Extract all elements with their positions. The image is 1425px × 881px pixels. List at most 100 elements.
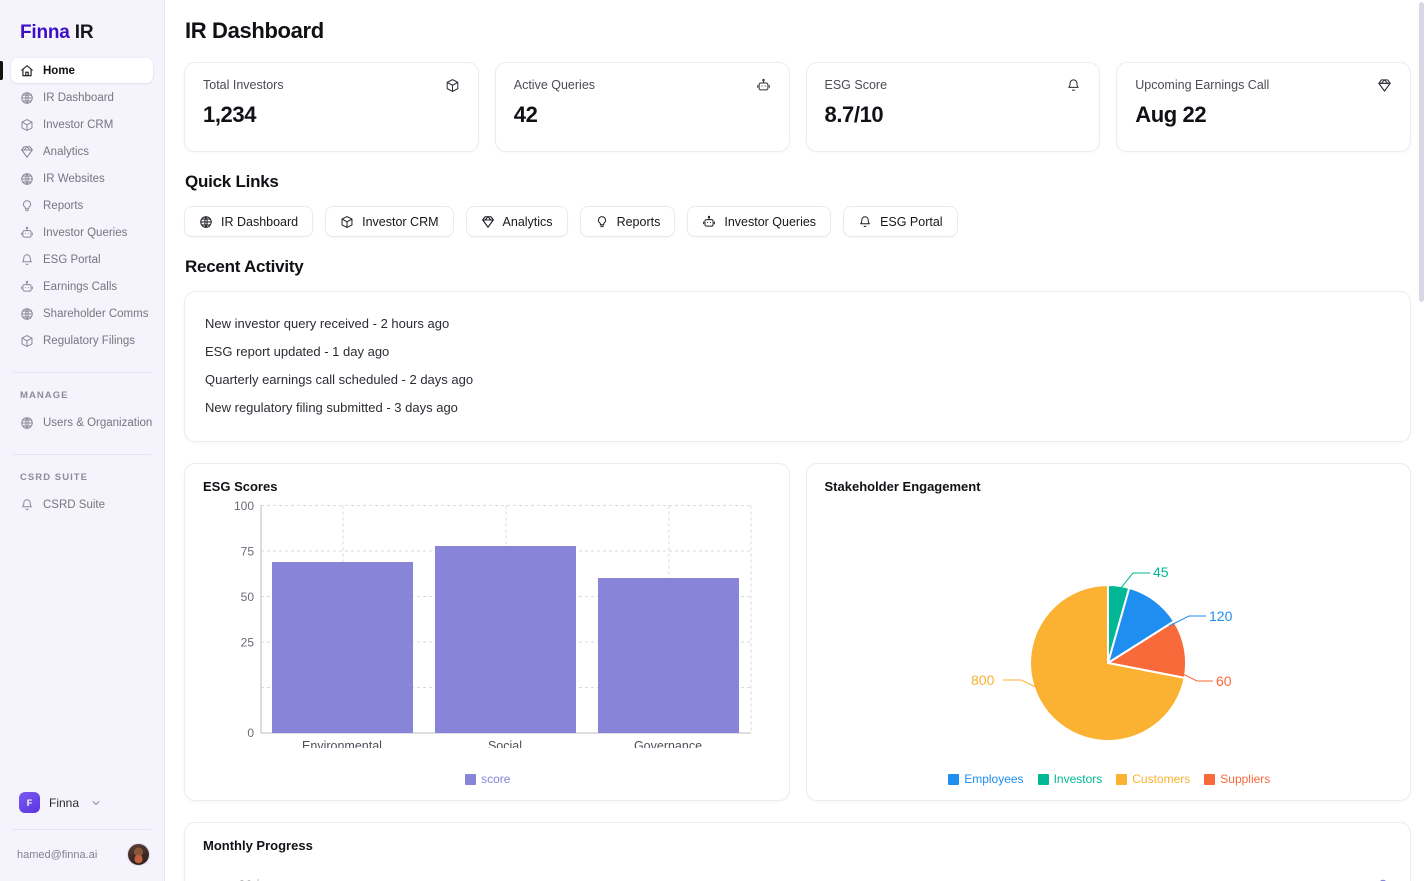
legend-label: score — [481, 772, 511, 786]
monthly-progress-chart[interactable]: 36 — [203, 859, 1394, 881]
sidebar-item-label: IR Dashboard — [43, 91, 114, 104]
stakeholder-engagement-legend: Employees Investors Customers Suppliers — [825, 772, 1395, 786]
home-icon — [20, 64, 34, 78]
stat-card-upcoming-earnings-call[interactable]: Upcoming Earnings Call Aug 22 — [1116, 62, 1411, 152]
legend-swatch — [1116, 773, 1128, 785]
svg-text:0: 0 — [247, 726, 254, 740]
gem-icon — [1377, 78, 1392, 93]
list-item[interactable]: New investor query received - 2 hours ag… — [205, 310, 1390, 338]
stat-card-active-queries[interactable]: Active Queries 42 — [494, 62, 790, 152]
stat-card-label: Total Investors — [203, 78, 284, 92]
pie-label-suppliers: 60 — [1216, 673, 1232, 689]
esg-scores-panel: ESG Scores 100 75 50 25 0 Environmental … — [184, 463, 790, 801]
svg-text:75: 75 — [241, 545, 255, 559]
quick-link-investor-queries[interactable]: Investor Queries — [687, 206, 832, 237]
sidebar-item-csrd-suite[interactable]: CSRD Suite — [11, 492, 153, 517]
legend-item-investors[interactable]: Investors — [1037, 772, 1102, 786]
svg-text:Environmental: Environmental — [302, 739, 382, 748]
scrollbar-thumb[interactable] — [1419, 2, 1424, 302]
quick-link-esg-portal[interactable]: ESG Portal — [843, 206, 958, 237]
stakeholder-engagement-chart[interactable]: 45 120 60 800 — [825, 500, 1395, 770]
sidebar-item-investor-crm[interactable]: Investor CRM — [11, 112, 153, 137]
app-root: Finna IR Home IR Dashboard Investor CRM … — [0, 0, 1425, 881]
pie-label-employees: 120 — [1209, 608, 1233, 624]
list-item[interactable]: Quarterly earnings call scheduled - 2 da… — [205, 366, 1390, 394]
bot-icon — [702, 215, 716, 229]
sidebar-item-label: Reports — [43, 199, 84, 212]
stat-card-value: 8.7/10 — [824, 102, 884, 127]
legend-item-customers[interactable]: Customers — [1116, 772, 1190, 786]
brand-logo[interactable]: Finna IR — [0, 0, 164, 58]
workspace-avatar: F — [19, 792, 40, 813]
legend-label: Employees — [964, 772, 1024, 786]
legend-item-employees[interactable]: Employees — [948, 772, 1024, 786]
legend-swatch — [465, 773, 477, 785]
lightbulb-icon — [20, 199, 34, 213]
esg-scores-legend: score — [203, 772, 773, 786]
list-item[interactable]: ESG report updated - 1 day ago — [205, 338, 1390, 366]
esg-scores-title: ESG Scores — [203, 479, 278, 494]
stat-card-label: Active Queries — [513, 78, 596, 92]
sidebar-item-home[interactable]: Home — [0, 58, 153, 83]
sidebar-item-label: ESG Portal — [43, 253, 101, 266]
sidebar-item-ir-dashboard[interactable]: IR Dashboard — [11, 85, 153, 110]
monthly-progress-panel: Monthly Progress 36 — [184, 822, 1411, 881]
account-row[interactable]: hamed@finna.ai — [0, 830, 164, 881]
gem-icon — [481, 215, 495, 229]
globe-icon — [199, 215, 213, 229]
stat-card-total-investors[interactable]: Total Investors 1,234 — [184, 62, 479, 152]
quick-link-ir-dashboard[interactable]: IR Dashboard — [184, 206, 314, 237]
stat-card-esg-score[interactable]: ESG Score 8.7/10 — [805, 62, 1101, 152]
esg-scores-chart[interactable]: 100 75 50 25 0 Environmental Social Gove… — [203, 500, 773, 770]
recent-activity-title: Recent Activity — [185, 257, 304, 276]
sidebar-item-label: Earnings Calls — [43, 280, 118, 293]
sidebar-item-label: IR Websites — [43, 172, 105, 185]
bell-icon — [20, 498, 34, 512]
sidebar-item-label: Users & Organization — [43, 416, 153, 429]
sidebar-item-label: Analytics — [43, 145, 90, 158]
stat-card-row: Total Investors 1,234 Active Queries 42 — [184, 62, 1411, 152]
svg-text:50: 50 — [241, 590, 255, 604]
brand-name-primary: Finna — [20, 22, 70, 43]
workspace-switcher[interactable]: F Finna — [13, 788, 151, 817]
legend-item-suppliers[interactable]: Suppliers — [1204, 772, 1270, 786]
sidebar-item-label: Investor Queries — [43, 226, 128, 239]
sidebar-item-investor-queries[interactable]: Investor Queries — [11, 220, 153, 245]
box-icon — [20, 118, 34, 132]
sidebar-item-reports[interactable]: Reports — [11, 193, 153, 218]
globe-icon — [20, 172, 34, 186]
legend-item-score[interactable]: score — [465, 772, 510, 786]
box-icon — [340, 215, 354, 229]
gem-icon — [20, 145, 34, 159]
bell-icon — [20, 253, 34, 267]
quick-links-row: IR Dashboard Investor CRM Analytics Repo… — [184, 206, 1411, 237]
sidebar-item-shareholder-comms[interactable]: Shareholder Comms — [11, 301, 153, 326]
legend-label: Customers — [1132, 772, 1191, 786]
legend-label: Suppliers — [1220, 772, 1271, 786]
sidebar-item-users-organization[interactable]: Users & Organization — [11, 410, 153, 435]
quick-link-label: Reports — [616, 214, 661, 229]
sidebar-item-label: Investor CRM — [43, 118, 114, 131]
sidebar-item-ir-websites[interactable]: IR Websites — [11, 166, 153, 191]
bell-icon — [858, 215, 872, 229]
legend-swatch — [1037, 773, 1049, 785]
globe-icon — [20, 91, 34, 105]
sidebar-item-earnings-calls[interactable]: Earnings Calls — [11, 274, 153, 299]
svg-text:Social: Social — [488, 739, 522, 748]
sidebar-item-esg-portal[interactable]: ESG Portal — [11, 247, 153, 272]
list-item[interactable]: New regulatory filing submitted - 3 days… — [205, 394, 1390, 422]
quick-link-analytics[interactable]: Analytics — [465, 206, 568, 237]
legend-swatch — [948, 773, 960, 785]
avatar[interactable] — [127, 843, 150, 866]
workspace-name: Finna — [49, 795, 80, 810]
sidebar-item-regulatory-filings[interactable]: Regulatory Filings — [11, 328, 153, 353]
sidebar-item-label: CSRD Suite — [43, 498, 105, 511]
svg-text:Governance: Governance — [634, 739, 702, 748]
stat-card-value: 1,234 — [203, 102, 257, 127]
stat-card-header: Upcoming Earnings Call — [1135, 78, 1392, 93]
bell-icon — [1066, 78, 1081, 93]
quick-link-investor-crm[interactable]: Investor CRM — [325, 206, 454, 237]
chevron-down-icon — [90, 797, 102, 809]
sidebar-item-analytics[interactable]: Analytics — [11, 139, 153, 164]
quick-link-reports[interactable]: Reports — [579, 206, 676, 237]
